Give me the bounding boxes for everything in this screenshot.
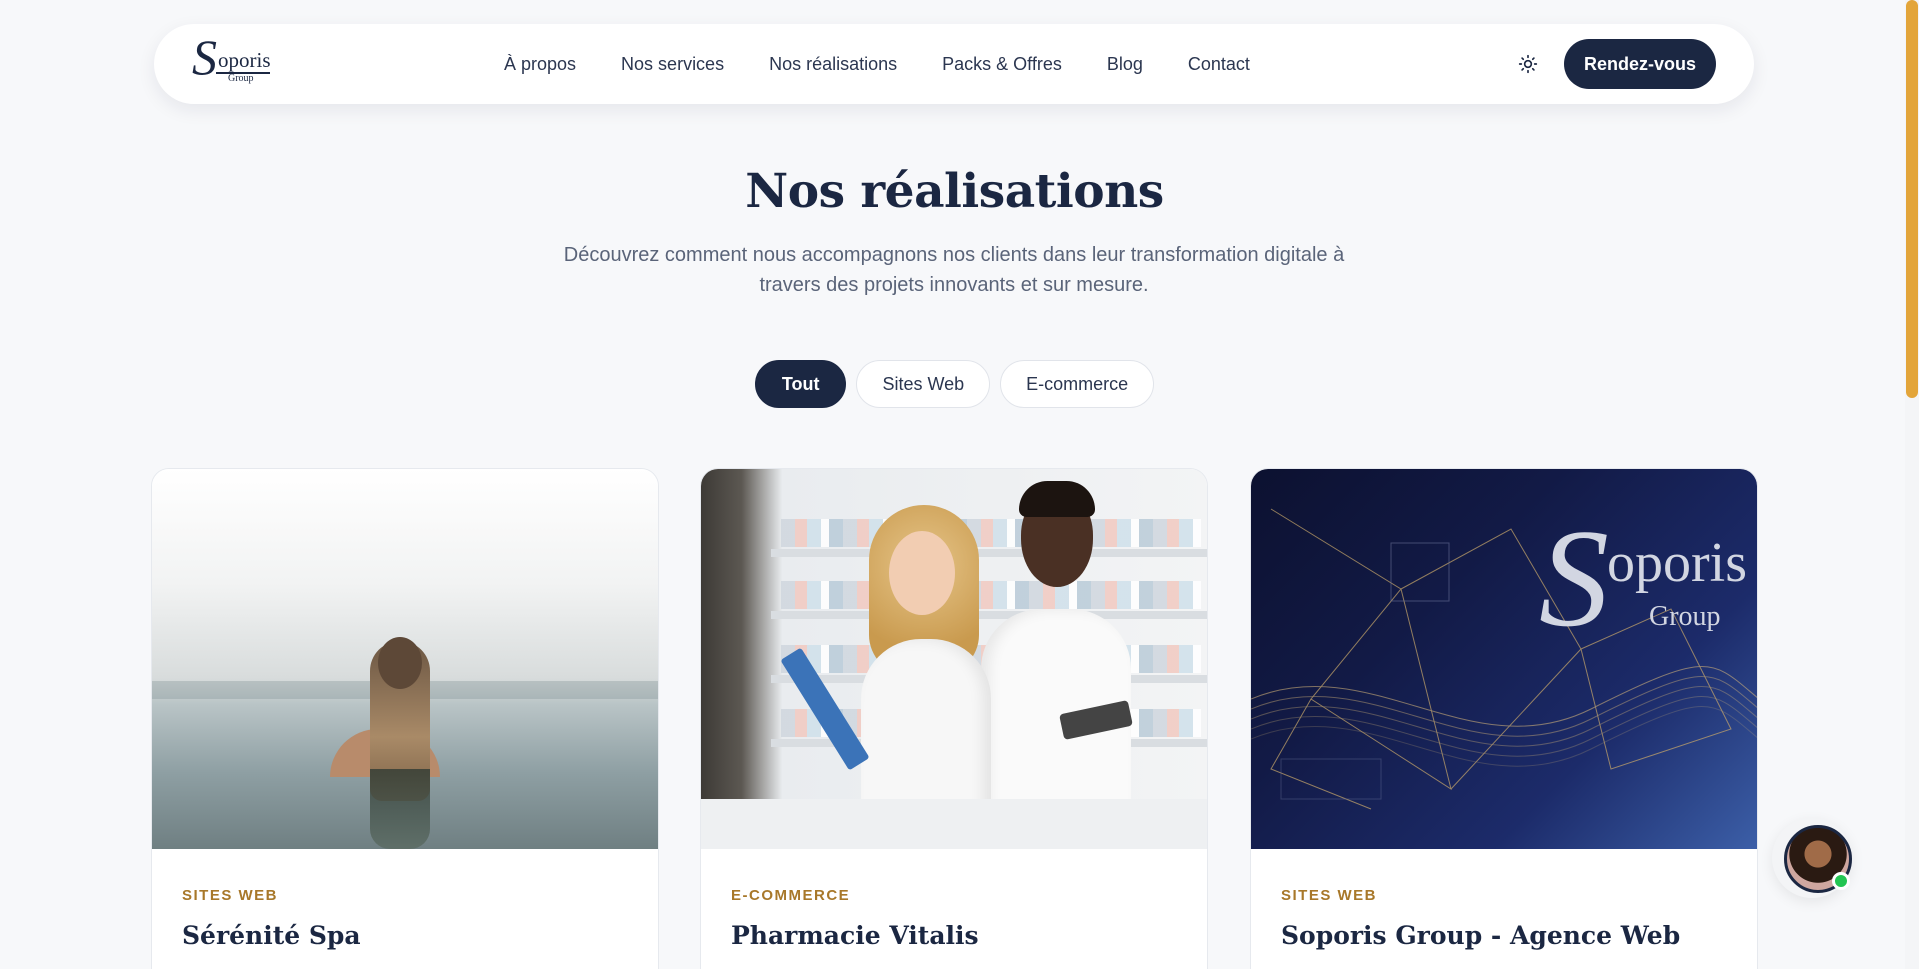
sun-icon [1518,54,1538,74]
project-title: Soporis Group - Agence Web [1281,921,1681,950]
project-title: Sérénité Spa [182,921,361,950]
pharmacist-female-face [889,531,955,615]
pharmacy-shelf-products [781,581,1201,609]
nav-link-services[interactable]: Nos services [621,54,724,75]
main-nav: À propos Nos services Nos réalisations P… [504,24,1250,104]
project-image-pharmacy [701,469,1207,849]
project-filters: Tout Sites Web E-commerce [0,360,1909,408]
agency-logo-initial: S [1539,501,1609,656]
project-title: Pharmacie Vitalis [731,921,979,950]
theme-toggle-button[interactable] [1516,52,1540,76]
project-card-soporis-agence[interactable]: S oporis Group SITES WEB Soporis Group -… [1250,468,1758,969]
spa-water-reflection [370,769,430,849]
project-image-spa [152,469,658,849]
agency-logo-sub: Group [1649,601,1721,632]
filter-e-commerce[interactable]: E-commerce [1000,360,1155,408]
project-card-pharmacie-vitalis[interactable]: E-COMMERCE Pharmacie Vitalis [700,468,1208,969]
top-navbar: S oporis Group À propos Nos services Nos… [154,24,1754,104]
project-category: SITES WEB [182,887,279,904]
pharmacy-shelf-products [781,519,1201,547]
agency-logo-name: oporis [1607,532,1747,594]
page-title: Nos réalisations [745,164,1164,219]
pharmacy-counter [701,799,1207,849]
nav-link-realisations[interactable]: Nos réalisations [769,54,897,75]
logo-name: oporis [218,48,271,72]
nav-link-blog[interactable]: Blog [1107,54,1143,75]
nav-link-packs[interactable]: Packs & Offres [942,54,1062,75]
page-subtitle: Découvrez comment nous accompagnons nos … [563,244,1345,296]
network-lines-graphic [1251,508,1757,810]
nav-link-a-propos[interactable]: À propos [504,54,576,75]
pharmacy-shelf [771,549,1207,557]
nav-link-contact[interactable]: Contact [1188,54,1250,75]
soporis-logo[interactable]: S oporis Group [192,32,276,90]
project-card-serenite-spa[interactable]: SITES WEB Sérénité Spa [151,468,659,969]
filter-sites-web[interactable]: Sites Web [856,360,991,408]
logo-initial: S [192,29,217,85]
rendez-vous-button[interactable]: Rendez-vous [1564,39,1716,89]
online-status-dot [1832,872,1850,890]
project-category: E-COMMERCE [731,887,851,904]
project-category: SITES WEB [1281,887,1378,904]
spa-person-head [378,637,422,689]
pharmacy-shelf [771,611,1207,619]
filter-tout[interactable]: Tout [754,360,847,408]
project-image-agency: S oporis Group [1251,469,1757,849]
pharmacist-male-hair [1019,481,1095,517]
page-scrollbar[interactable] [1905,0,1919,969]
logo-sub: Group [228,73,254,84]
chat-widget-button[interactable] [1772,818,1852,898]
